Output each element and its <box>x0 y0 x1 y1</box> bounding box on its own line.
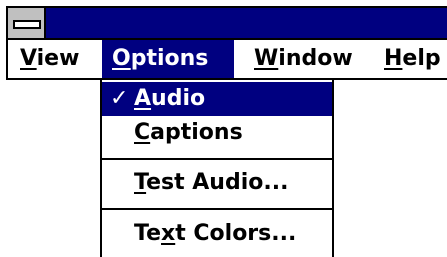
options-dropdown: ✓ Audio Captions Test Audio... Text Colo… <box>100 80 334 257</box>
menu-options[interactable]: Options <box>102 40 234 78</box>
menu-help-accelerator: H <box>384 46 403 71</box>
menu-separator <box>102 208 332 210</box>
menu-view[interactable]: View <box>10 40 89 78</box>
title-bar[interactable] <box>6 6 447 40</box>
menu-view-accelerator: V <box>20 46 37 71</box>
text-colors-accelerator: x <box>161 221 176 246</box>
menu-help[interactable]: Help <box>374 40 447 78</box>
menu-item-text-colors[interactable]: Text Colors... <box>102 217 332 251</box>
menu-bar: View Options Window Help <box>6 40 447 80</box>
menu-item-test-audio[interactable]: Test Audio... <box>102 166 332 200</box>
menu-item-audio[interactable]: ✓ Audio <box>102 82 332 116</box>
menu-item-captions[interactable]: Captions <box>102 116 332 150</box>
system-menu-button[interactable] <box>8 8 46 38</box>
check-icon: ✓ <box>110 86 129 111</box>
menu-window-accelerator: W <box>254 46 279 71</box>
menu-separator <box>102 158 332 160</box>
test-audio-accelerator: T <box>134 170 147 195</box>
captions-accelerator: C <box>134 120 151 145</box>
system-menu-icon <box>13 20 41 29</box>
menu-options-accelerator: O <box>112 46 131 71</box>
audio-accelerator: A <box>134 86 152 111</box>
menu-window[interactable]: Window <box>244 40 363 78</box>
